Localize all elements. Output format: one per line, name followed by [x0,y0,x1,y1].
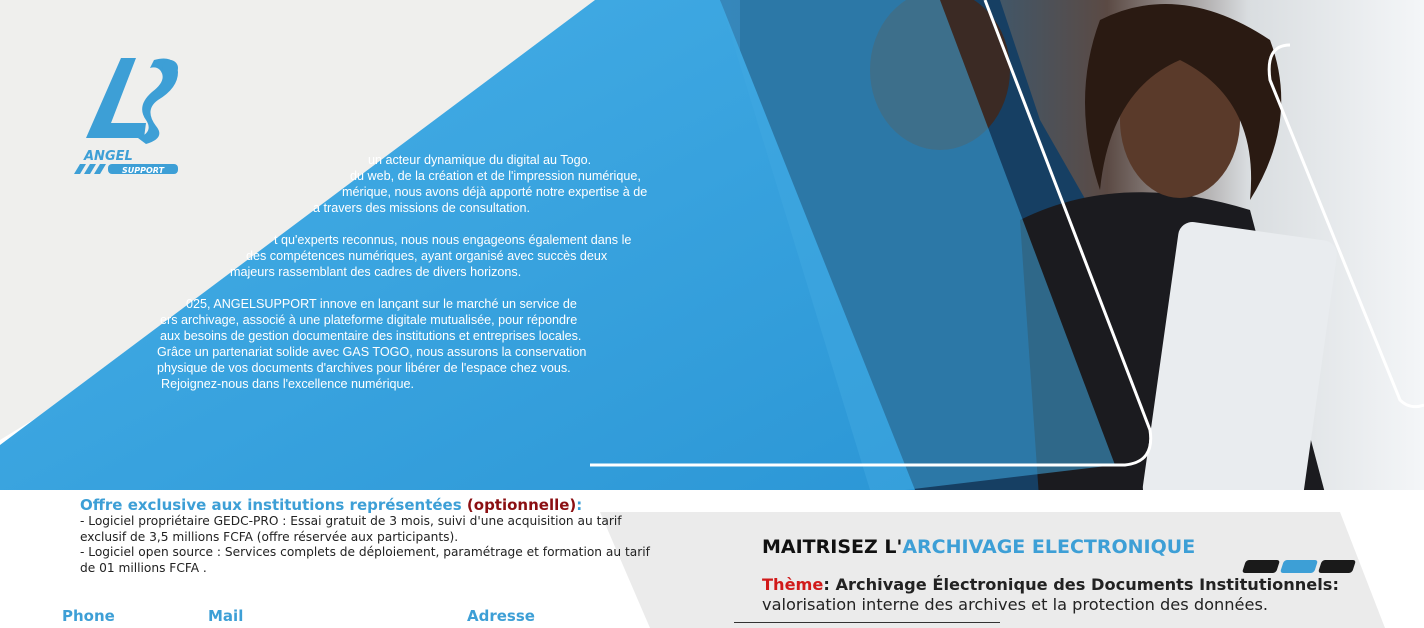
offer-title: Offre exclusive aux institutions représe… [80,496,660,514]
about-line: 025, ANGELSUPPORT innove en lançant sur … [186,297,577,311]
about-line: Rejoignez-nous dans l'excellence numériq… [161,377,415,391]
about-line: physique de vos documents d'archives pou… [157,361,571,375]
about-line: aux besoins de gestion documentaire des … [160,329,582,343]
offer-colon: : [576,496,583,514]
logo-subtext: SUPPORT [122,166,165,175]
phone-label: Phone [62,607,115,625]
decorative-dash-blue [1279,560,1319,573]
theme-subtitle: valorisation interne des archives et la … [762,595,1269,614]
about-line: des compétences numériques, ayant organi… [246,249,608,263]
theme-title: Archivage Électronique des Documents Ins… [829,575,1339,594]
offer-title-text: Offre exclusive aux institutions représe… [80,496,462,514]
offer-section: Offre exclusive aux institutions représe… [80,496,660,576]
angel-support-logo: ANGEL SUPPORT [66,48,186,180]
logo-mark: ANGEL SUPPORT [74,58,178,175]
about-line: un acteur dynamique du digital au Togo. [368,153,592,167]
about-line: t qu'experts reconnus, nous nous engageo… [274,233,632,247]
divider-line [734,622,1000,623]
theme-block: Thème: Archivage Électronique des Docume… [762,575,1339,615]
about-line: a travers des missions de consultation. [313,201,530,215]
headline-accent: ARCHIVAGE ELECTRONIQUE [902,536,1196,558]
about-line: ers archivage, associé à une plateforme … [160,313,578,327]
theme-label: Thème [762,575,824,594]
mail-label: Mail [208,607,244,625]
about-line: Grâce un partenariat solide avec GAS TOG… [157,345,587,359]
offer-item-open-source: - Logiciel open source : Services comple… [80,545,650,575]
logo-text: ANGEL [83,149,133,164]
about-line: majeurs rassemblant des cadres de divers… [230,265,522,279]
offer-item-proprietary: - Logiciel propriétaire GEDC-PRO : Essai… [80,514,622,544]
about-line: du web, de la création et de l'impressio… [350,169,641,183]
offer-optional: (optionnelle) [466,496,577,514]
address-label: Adresse [467,607,535,625]
decorative-dash-dark [1241,560,1281,573]
about-line: mérique, nous avons déjà apporté notre e… [342,185,648,199]
theme-heading: Thème: Archivage Électronique des Docume… [762,575,1339,595]
decorative-dash-dark [1317,560,1357,573]
headline: MAITRISEZ L'ARCHIVAGE ELECTRONIQUE [762,536,1195,558]
headline-prefix: MAITRISEZ L' [762,536,903,558]
